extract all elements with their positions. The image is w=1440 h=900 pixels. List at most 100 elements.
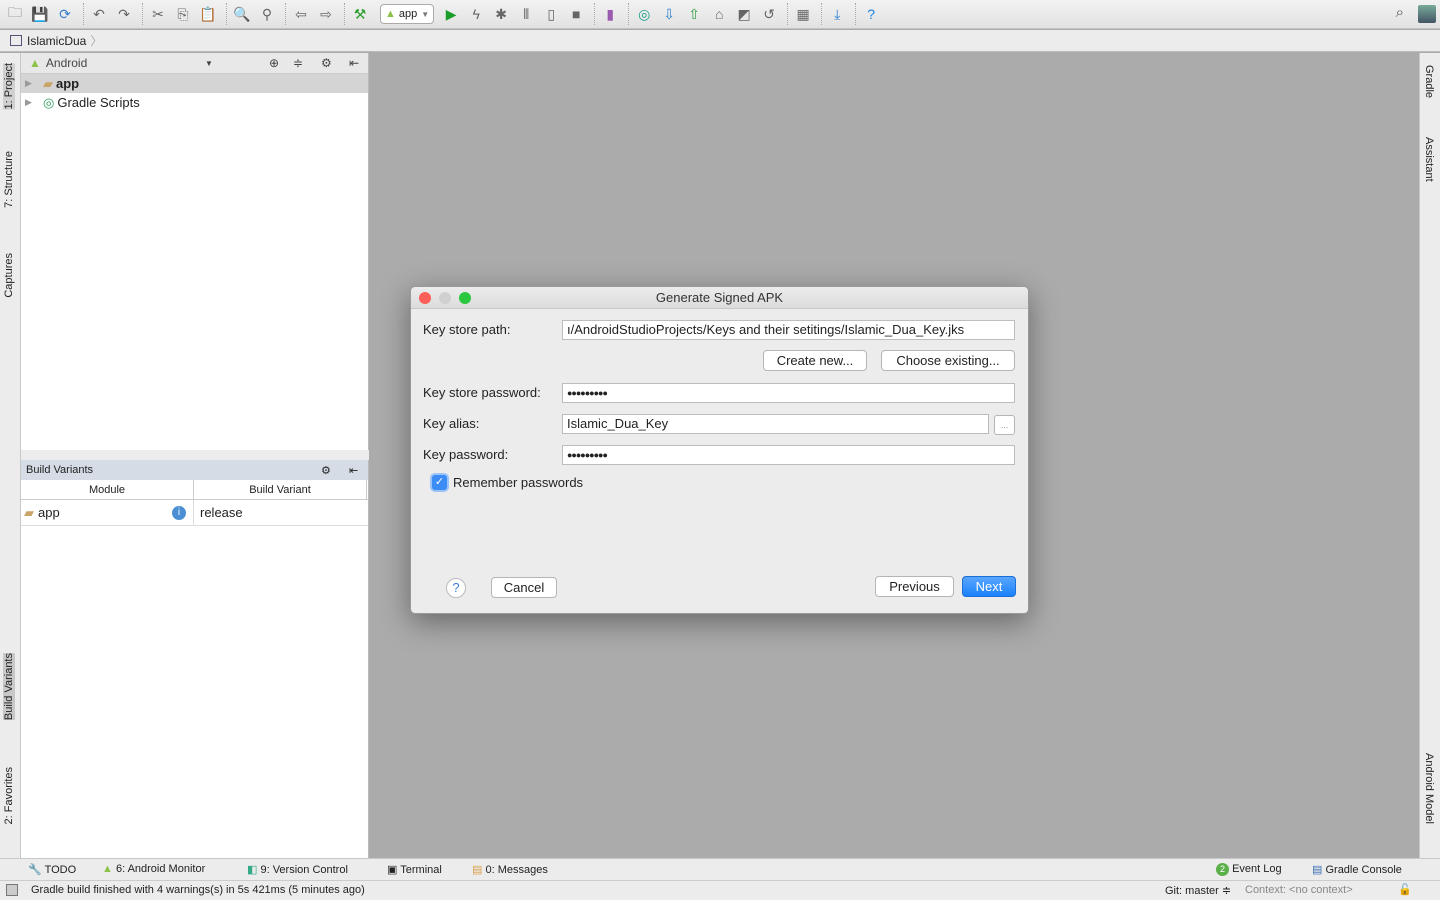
toolbar-separator [285,3,286,25]
zoom-button[interactable] [459,292,471,304]
tab-structure[interactable]: 7: Structure [3,151,15,208]
make-project-icon[interactable]: ⚒ [349,3,371,25]
next-button[interactable]: Next [962,576,1016,597]
sdk-manager-icon[interactable]: ⤓ [826,3,848,25]
tab-project[interactable]: 1: Project [3,63,15,110]
attach-debugger-icon[interactable]: ▯ [540,3,562,25]
revert-icon[interactable]: ↺ [758,3,780,25]
vcs-history-icon[interactable]: ⌂ [708,3,730,25]
save-icon[interactable]: 💾 [29,3,51,25]
hide-panel-icon[interactable]: ⇤ [349,56,359,70]
stop-icon[interactable]: ■ [565,3,587,25]
avatar[interactable] [1418,5,1436,23]
toolbar-separator [226,3,227,25]
project-view-selector[interactable]: ▲ Android ▼ ⊕ ≑ ⚙ ⇤ [21,53,368,74]
tab-assistant[interactable]: Assistant [1423,137,1435,182]
toolbar-separator [787,3,789,25]
toolbar-separator [83,3,84,25]
undo-icon[interactable]: ↶ [88,3,110,25]
android-icon: ▲ [385,8,396,20]
browse-alias-button[interactable]: ... [994,415,1015,435]
find-icon[interactable]: 🔍 [231,3,253,25]
expand-arrow-icon[interactable]: ▶ [25,78,43,89]
breadcrumb: IslamicDua 〉 [0,30,1440,52]
context-indicator[interactable]: Context: <no context> [1245,884,1353,896]
column-header-build-variant[interactable]: Build Variant [194,480,367,499]
tree-item-gradle-scripts[interactable]: ▶ ◎ Gradle Scripts [21,93,368,112]
sync-icon[interactable]: ⟳ [54,3,76,25]
tool-gradle-console[interactable]: ▤ Gradle Console [1312,863,1402,876]
debug-icon[interactable]: ✱ [490,3,512,25]
tool-label: TODO [44,864,77,876]
tab-build-variants[interactable]: Build Variants [3,653,15,721]
run-icon[interactable]: ▶ [440,3,462,25]
tool-window-bar: 🔧 TODO ▲ 6: Android Monitor ◧ 9: Version… [0,858,1440,880]
search-everywhere-icon[interactable]: ⌕ [1396,4,1404,21]
cancel-button[interactable]: Cancel [491,577,557,598]
open-folder-icon[interactable]: 🗀 [4,3,26,25]
tab-android-model[interactable]: Android Model [1423,753,1435,824]
forward-icon[interactable]: ⇨ [315,3,337,25]
vcs-compare-icon[interactable]: ◩ [733,3,755,25]
tool-messages[interactable]: ▤ 0: Messages [472,863,548,876]
paste-icon[interactable]: 📋 [197,3,219,25]
redo-icon[interactable]: ↷ [113,3,135,25]
replace-icon[interactable]: ⚲ [256,3,278,25]
tree-item-app[interactable]: ▶ ▰ app [21,74,368,93]
table-row[interactable]: ▰ app i release [21,500,368,526]
profile-icon[interactable]: ⫴ [515,3,537,25]
avd-manager-icon[interactable]: ▮ [599,3,621,25]
tool-terminal[interactable]: ▣ Terminal [387,863,442,876]
column-header-module[interactable]: Module [21,480,194,499]
tool-todo[interactable]: 🔧 TODO [28,863,76,876]
chevron-down-icon[interactable]: ▼ [205,59,213,68]
toggle-tool-windows-icon[interactable] [6,884,18,896]
tab-captures[interactable]: Captures [3,253,15,298]
apply-changes-icon[interactable]: ϟ [465,3,487,25]
minimize-button[interactable] [439,292,451,304]
key-password-input[interactable]: ●●●●●●●●● [562,445,1015,465]
back-icon[interactable]: ⇦ [290,3,312,25]
vcs-update-icon[interactable]: ⇩ [658,3,680,25]
copy-icon[interactable]: ⎘ [172,3,194,25]
remember-passwords-checkbox[interactable]: ✓ [432,475,447,490]
close-button[interactable] [419,292,431,304]
run-configuration-select[interactable]: ▲ app ▼ [380,4,435,24]
collapse-all-icon[interactable]: ≑ [293,56,303,70]
lock-icon[interactable]: 🔓 [1398,883,1412,896]
tree-item-label: Gradle Scripts [57,95,140,110]
create-new-button[interactable]: Create new... [763,350,867,371]
sync-gradle-icon[interactable]: ◎ [633,3,655,25]
project-structure-icon[interactable]: ▦ [792,3,814,25]
tab-gradle[interactable]: Gradle [1423,65,1435,98]
project-panel: ▲ Android ▼ ⊕ ≑ ⚙ ⇤ ▶ ▰ app ▶ ◎ Gradle Scrip… [21,53,369,450]
help-button[interactable]: ? [446,578,466,598]
choose-existing-button[interactable]: Choose existing... [881,350,1015,371]
help-icon[interactable]: ? [860,3,882,25]
panel-splitter[interactable] [21,450,369,460]
toolbar-separator [821,3,823,25]
tool-android-monitor[interactable]: ▲ 6: Android Monitor [102,863,205,875]
git-branch[interactable]: Git: master ≑ [1165,884,1231,897]
key-store-path-input[interactable]: ı/AndroidStudioProjects/Keys and their s… [562,320,1015,340]
cut-icon[interactable]: ✂ [147,3,169,25]
left-tool-stripe: 1: Project 7: Structure Captures Build V… [0,53,21,858]
tool-event-log[interactable]: 2 Event Log [1216,863,1282,876]
locate-icon[interactable]: ⊕ [269,56,279,70]
tool-version-control[interactable]: ◧ 9: Version Control [247,863,348,876]
tab-favorites[interactable]: 2: Favorites [3,767,15,824]
remember-passwords-label[interactable]: Remember passwords [453,475,583,490]
previous-button[interactable]: Previous [875,576,954,597]
vcs-commit-icon[interactable]: ⇧ [683,3,705,25]
hide-panel-icon[interactable]: ⇤ [349,464,358,477]
gear-icon[interactable]: ⚙ [321,464,331,477]
status-message[interactable]: Gradle build finished with 4 warnings(s)… [31,884,365,896]
key-alias-input[interactable]: Islamic_Dua_Key [562,414,989,434]
variant-cell[interactable]: release [194,500,243,525]
expand-arrow-icon[interactable]: ▶ [25,97,43,108]
module-cell: app [38,505,60,520]
key-store-password-input[interactable]: ●●●●●●●●● [562,383,1015,403]
dialog-title: Generate Signed APK [655,290,784,305]
gear-icon[interactable]: ⚙ [321,56,332,70]
breadcrumb-project[interactable]: IslamicDua [27,34,86,48]
